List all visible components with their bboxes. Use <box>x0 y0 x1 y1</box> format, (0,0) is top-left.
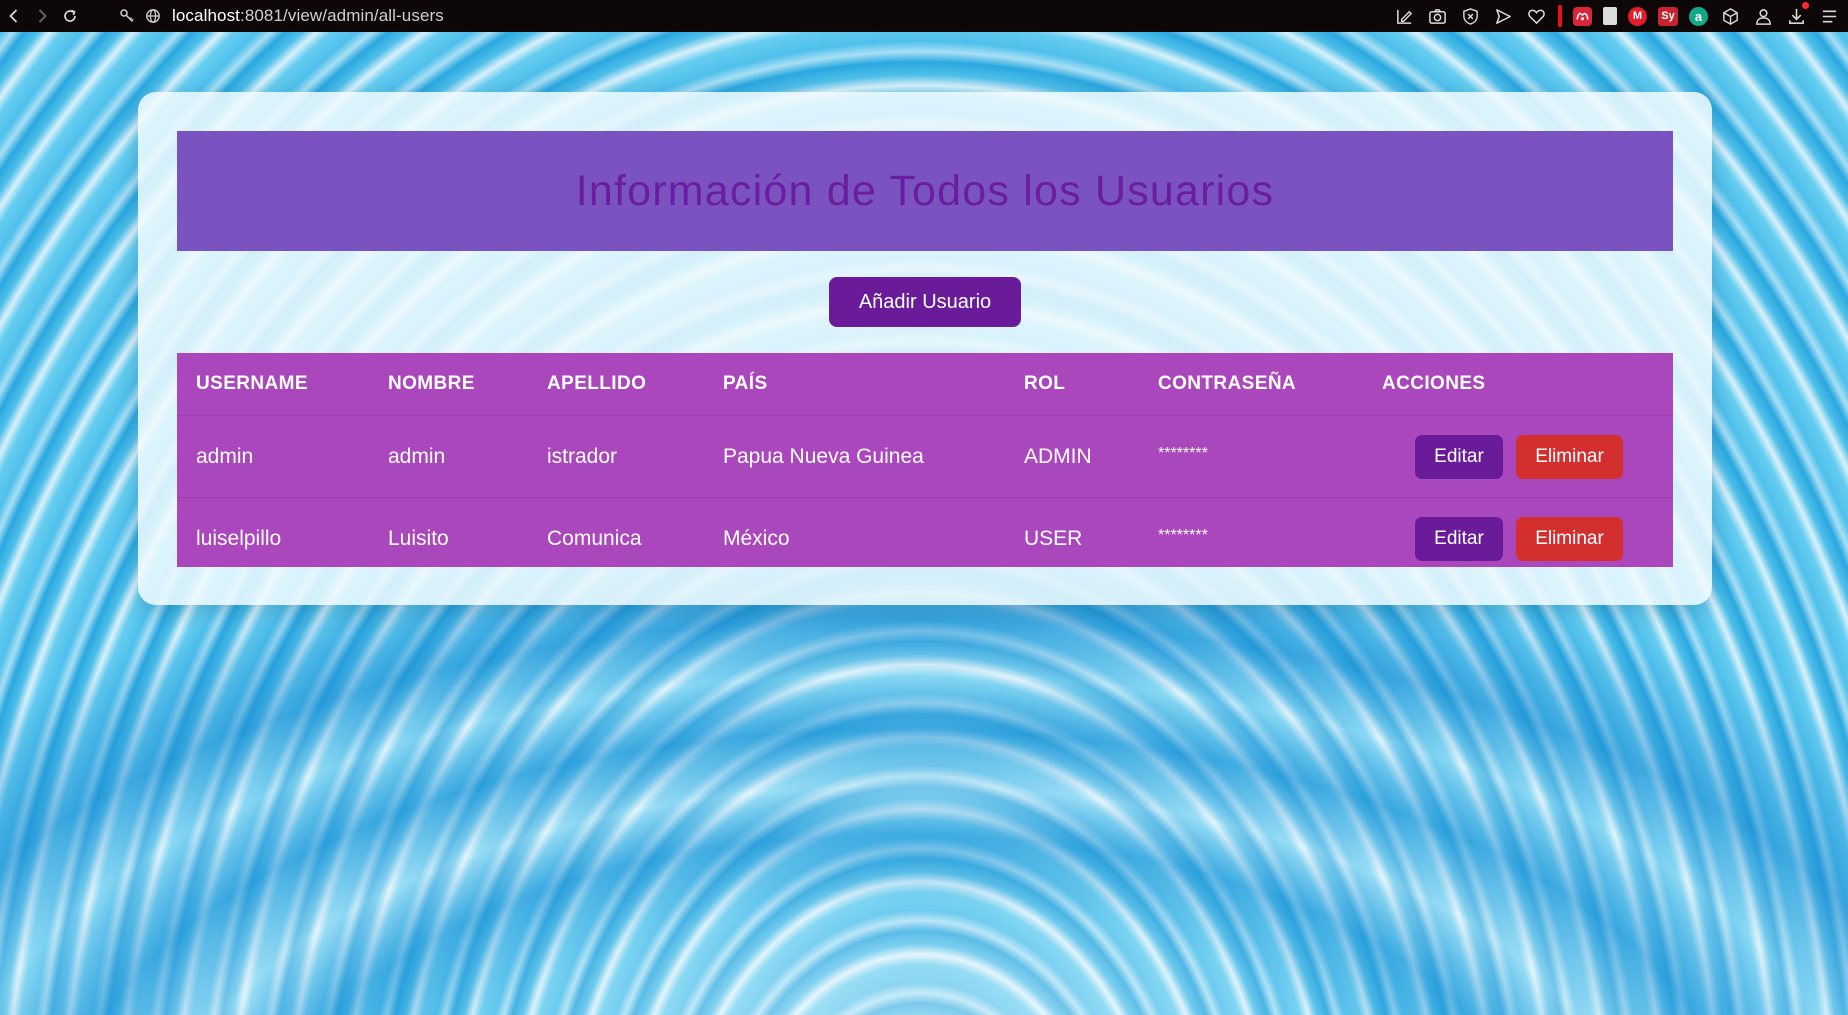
cell-actions: Editar Eliminar <box>1363 415 1673 498</box>
red-bar <box>1558 5 1562 27</box>
notification-dot <box>1802 2 1809 9</box>
cell-username: admin <box>177 415 369 498</box>
document-icon[interactable] <box>1603 7 1617 25</box>
shield-x-icon[interactable] <box>1459 5 1481 27</box>
camera-icon[interactable] <box>1426 5 1448 27</box>
mendeley-icon[interactable] <box>1573 6 1592 26</box>
column-header-acciones: ACCIONES <box>1382 373 1486 394</box>
column-header-password: CONTRASEÑA <box>1158 373 1297 394</box>
cell-password: ******** <box>1139 415 1363 498</box>
address-bar[interactable]: localhost:8081/view/admin/all-users <box>114 0 444 32</box>
cell-rol: ADMIN <box>1005 415 1139 498</box>
globe-icon <box>140 0 166 32</box>
forward-button[interactable] <box>28 0 56 32</box>
sy-icon[interactable]: Sy <box>1658 6 1678 26</box>
table-row: admin admin istrador Papua Nueva Guinea … <box>177 415 1673 498</box>
add-user-button[interactable]: Añadir Usuario <box>829 277 1021 327</box>
cell-password: ******** <box>1139 497 1363 579</box>
title-banner: Información de Todos los Usuarios <box>177 131 1673 251</box>
cell-pais: Papua Nueva Guinea <box>704 415 1005 498</box>
reload-icon <box>64 9 76 22</box>
list-icon[interactable] <box>1818 5 1840 27</box>
edit-button[interactable]: Editar <box>1415 516 1503 561</box>
cell-apellido: istrador <box>528 415 704 498</box>
edit-button[interactable]: Editar <box>1415 434 1503 479</box>
back-button[interactable] <box>0 0 28 32</box>
browser-toolbar: localhost:8081/view/admin/all-users M Sy… <box>0 0 1848 32</box>
column-header-username: USERNAME <box>196 373 308 394</box>
gmail-m-icon[interactable]: M <box>1628 6 1647 26</box>
chevron-right-icon <box>38 9 47 23</box>
column-header-nombre: NOMBRE <box>388 373 475 394</box>
delete-button[interactable]: Eliminar <box>1516 516 1623 561</box>
cell-actions: Editar Eliminar <box>1363 497 1673 579</box>
users-table-container: USERNAME NOMBRE APELLIDO PAÍS ROL CONTRA… <box>177 353 1673 579</box>
cell-nombre: Luisito <box>369 497 528 579</box>
users-table: USERNAME NOMBRE APELLIDO PAÍS ROL CONTRA… <box>177 353 1673 579</box>
key-icon[interactable] <box>114 0 140 32</box>
person-icon[interactable] <box>1752 5 1774 27</box>
a-icon[interactable]: a <box>1689 6 1708 26</box>
download-icon[interactable] <box>1785 2 1809 27</box>
users-card: Información de Todos los Usuarios Añadir… <box>138 92 1712 605</box>
cell-pais: México <box>704 497 1005 579</box>
cell-rol: USER <box>1005 497 1139 579</box>
extensions-area: M Sy a <box>1393 0 1840 32</box>
column-header-rol: ROL <box>1024 373 1066 394</box>
url-path: :8081/view/admin/all-users <box>240 6 444 25</box>
cell-username: luiselpillo <box>177 497 369 579</box>
column-header-apellido: APELLIDO <box>547 373 647 394</box>
delete-button[interactable]: Eliminar <box>1516 434 1623 479</box>
send-icon[interactable] <box>1492 5 1514 27</box>
cell-nombre: admin <box>369 415 528 498</box>
url-text[interactable]: localhost:8081/view/admin/all-users <box>172 6 444 26</box>
screenshot-edit-icon[interactable] <box>1393 5 1415 27</box>
table-row: luiselpillo Luisito Comunica México USER… <box>177 497 1673 579</box>
chevron-left-icon <box>9 9 18 23</box>
page-title: Información de Todos los Usuarios <box>575 166 1275 215</box>
heart-icon[interactable] <box>1525 5 1547 27</box>
table-header-row: USERNAME NOMBRE APELLIDO PAÍS ROL CONTRA… <box>177 353 1673 416</box>
url-host: localhost <box>172 6 240 25</box>
cell-apellido: Comunica <box>528 497 704 579</box>
column-header-pais: PAÍS <box>723 373 768 394</box>
cube-icon[interactable] <box>1719 5 1741 27</box>
reload-button[interactable] <box>56 0 84 32</box>
